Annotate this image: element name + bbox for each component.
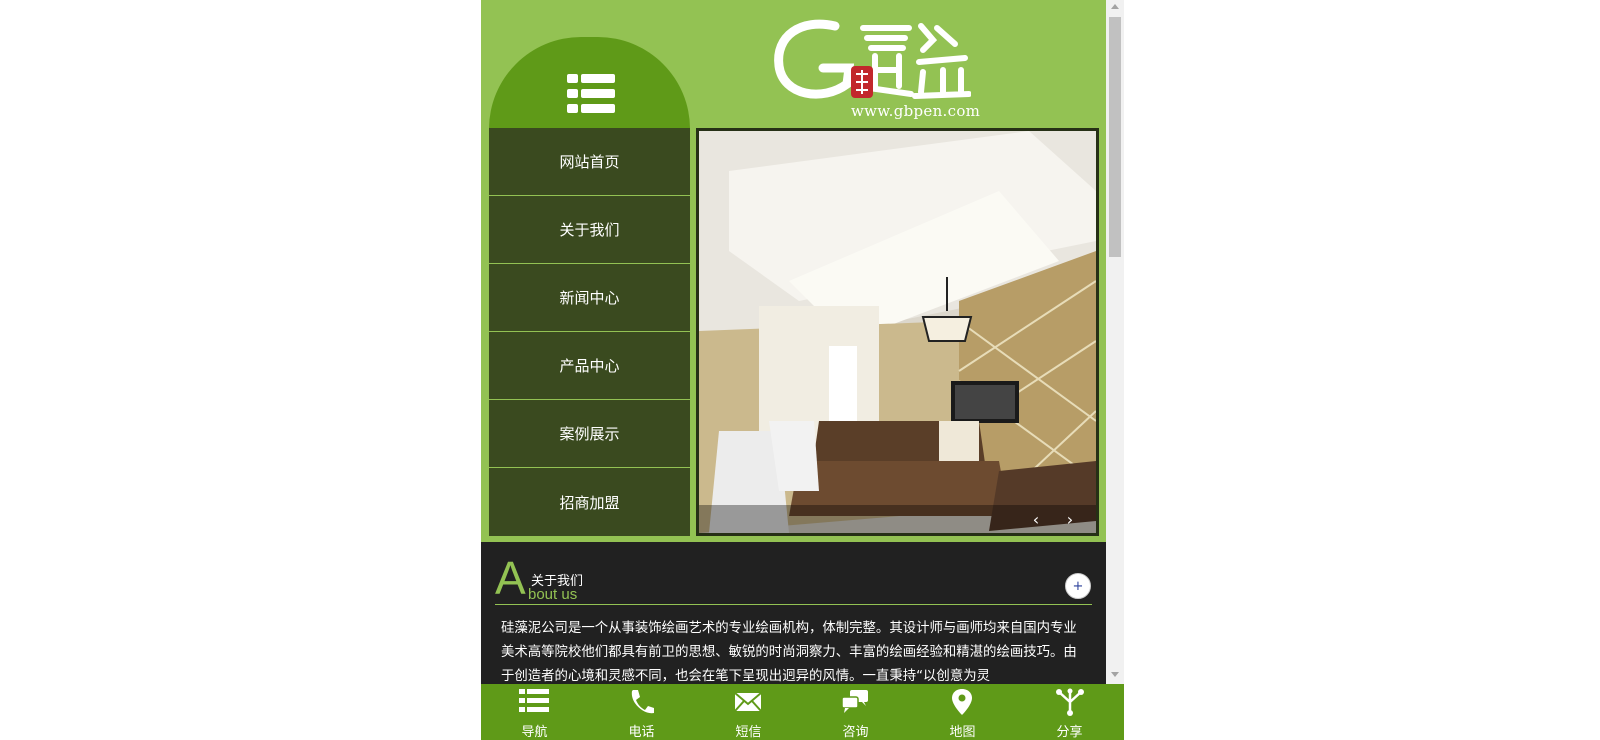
footer-map-button[interactable]: 地图	[909, 684, 1016, 740]
footer-consult-button[interactable]: 咨询	[802, 684, 909, 740]
footer-nav-label: 导航	[521, 725, 548, 740]
header: 网站首页 关于我们 新闻中心 产品中心 案例展示 招商加盟 www.gbpen.…	[481, 0, 1106, 542]
about-more-button[interactable]: +	[1065, 573, 1091, 599]
footer-map-label: 地图	[949, 725, 976, 740]
map-pin-icon	[952, 689, 972, 715]
footer-nav-button[interactable]: 导航	[481, 684, 588, 740]
nav-item-cases[interactable]: 案例展示	[489, 400, 690, 468]
logo-mark	[774, 19, 972, 99]
list-icon	[567, 74, 615, 113]
chat-icon	[841, 690, 868, 713]
nav-item-products[interactable]: 产品中心	[489, 332, 690, 400]
share-icon	[1056, 688, 1084, 716]
scroll-thumb[interactable]	[1109, 17, 1121, 257]
about-body-text: 硅藻泥公司是一个从事装饰绘画艺术的专业绘画机构，体制完整。其设计师与画师均来自国…	[501, 621, 1077, 684]
logo-url: www.gbpen.com	[851, 102, 981, 120]
menu-toggle[interactable]	[489, 37, 690, 129]
footer-sms-button[interactable]: 短信	[695, 684, 802, 740]
footer-phone-button[interactable]: 电话	[588, 684, 695, 740]
footer-phone-label: 电话	[628, 725, 655, 740]
footer-sms-label: 短信	[735, 725, 762, 740]
mail-icon	[734, 692, 762, 712]
about-heading: A 关于我们 bout us	[495, 553, 1092, 605]
banner-prev-button[interactable]: ‹	[1027, 509, 1045, 529]
banner-next-button[interactable]: ›	[1061, 509, 1079, 529]
footer-share-label: 分享	[1056, 725, 1083, 740]
page: 网站首页 关于我们 新闻中心 产品中心 案例展示 招商加盟 www.gbpen.…	[481, 0, 1106, 740]
phone-icon	[631, 690, 654, 714]
bottom-toolbar: 导航 电话 短信 咨询 地图 分享	[481, 684, 1124, 740]
site-logo[interactable]: www.gbpen.com	[771, 14, 980, 122]
list-icon	[519, 689, 549, 712]
browser-viewport: 网站首页 关于我们 新闻中心 产品中心 案例展示 招商加盟 www.gbpen.…	[481, 0, 1124, 740]
footer-share-button[interactable]: 分享	[1016, 684, 1123, 740]
about-heading-letter: A	[495, 552, 526, 604]
footer-consult-label: 咨询	[842, 725, 869, 740]
banner-slider[interactable]: ‹ ›	[696, 128, 1099, 536]
nav-item-franchise[interactable]: 招商加盟	[489, 468, 690, 536]
scroll-up-arrow[interactable]	[1111, 4, 1119, 9]
banner-control-bar: ‹ ›	[699, 505, 1096, 533]
banner-image	[699, 131, 1096, 533]
nav-item-news[interactable]: 新闻中心	[489, 264, 690, 332]
nav-item-about[interactable]: 关于我们	[489, 196, 690, 264]
nav-item-home[interactable]: 网站首页	[489, 128, 690, 196]
main-nav: 网站首页 关于我们 新闻中心 产品中心 案例展示 招商加盟	[489, 128, 690, 536]
scrollbar[interactable]	[1106, 0, 1124, 684]
about-title-en: bout us	[528, 586, 578, 603]
scroll-down-arrow[interactable]	[1111, 672, 1119, 677]
